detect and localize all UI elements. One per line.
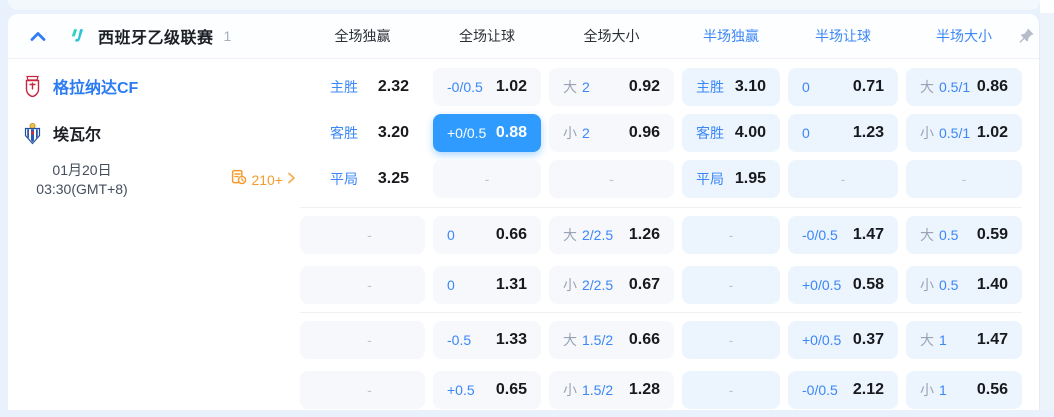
away-team-crest-icon [22,122,43,145]
match-time: 03:30(GMT+8) [36,181,128,197]
odds-grid: 主胜 2.32 -0/0.5 1.02 大 2 0.92 主胜 3.10 0 0.71 大 0.5/1 0… [300,59,1040,417]
odds-cell-empty: - [682,216,780,254]
odds-cell-hcp[interactable]: 0 0.66 [433,216,541,254]
odds-row: 客胜 3.20 +0/0.5 0.88 小 2 0.96 客胜 4.00 0 1.23 小 0.5/1 1… [300,114,1022,152]
collapse-chevron-up-icon[interactable] [30,28,46,44]
odds-cell-hcp[interactable]: 0 1.31 [433,266,541,304]
odds-cell-ou[interactable]: 小 0.5 1.40 [906,266,1022,304]
odds-cell-hcp[interactable]: +0.5 0.65 [433,371,541,409]
pin-icon[interactable] [1017,27,1035,45]
right-scroll-strip[interactable] [1040,0,1054,410]
league-logo-icon [68,27,86,45]
odds-cell-hcp[interactable]: +0/0.5 0.58 [788,266,898,304]
odds-section-2: - -0.5 1.33 大 1.5/2 0.66- +0/0.5 0.37 大 1 1.47- +0.… [300,312,1022,417]
odds-column-headers: 全场独赢 全场让球 全场大小 半场独赢 半场让球 半场大小 [300,14,1021,58]
odds-cell-win[interactable]: 平局 1.95 [682,160,780,198]
column-header-full-1: 全场让球 [459,28,515,44]
odds-cell-ou[interactable]: 大 2/2.5 1.26 [549,216,674,254]
away-team-row[interactable]: 埃瓦尔 [22,117,101,149]
odds-cell-empty: - [433,160,541,198]
odds-row: - +0.5 0.65 小 1.5/2 1.28- -0/0.5 2.12 小 1 0.56 [300,371,1022,409]
match-info-column: 格拉纳达CF 埃瓦尔 01月20日 03:30(GMT+8) 210+ [8,59,300,417]
more-markets-count: 210+ [251,171,283,188]
match-date: 01月20日 [52,162,112,178]
home-team-crest-icon [22,75,43,98]
odds-cell-hcp[interactable]: -0/0.5 1.47 [788,216,898,254]
odds-section-0: 主胜 2.32 -0/0.5 1.02 大 2 0.92 主胜 3.10 0 0.71 大 0.5/1 0… [300,59,1022,207]
odds-cell-empty: - [788,160,898,198]
right-strip-top [1040,0,1054,13]
league-header-row: 西班牙乙级联赛 1 全场独赢 全场让球 全场大小 半场独赢 半场让球 半场大小 [8,14,1039,59]
odds-cell-hcp[interactable]: 0 0.71 [788,68,898,106]
odds-row: -0 1.31 小 2/2.5 0.67- +0/0.5 0.58 小 0.5 1.40 [300,266,1022,304]
chevron-right-icon [287,171,296,189]
odds-cell-ou[interactable]: 大 1 1.47 [906,321,1022,359]
odds-cell-ou[interactable]: 大 0.5/1 0.86 [906,68,1022,106]
more-markets-link[interactable]: 210+ [231,169,296,190]
column-header-full-0: 全场独赢 [334,28,391,44]
away-team-name: 埃瓦尔 [53,127,102,144]
odds-cell-empty: - [300,371,425,409]
odds-cell-win[interactable]: 主胜 2.32 [300,68,425,106]
odds-cell-empty: - [682,321,780,359]
league-odds-card: 西班牙乙级联赛 1 全场独赢 全场让球 全场大小 半场独赢 半场让球 半场大小 格拉纳达C… [8,14,1040,410]
odds-cell-hcp[interactable]: -0/0.5 2.12 [788,371,898,409]
odds-row: 平局 3.25- - 平局 1.95- - [300,160,1022,198]
odds-history-icon [231,169,247,190]
odds-cell-win[interactable]: 主胜 3.10 [682,68,780,106]
league-name: 西班牙乙级联赛 [98,30,214,47]
odds-cell-empty: - [682,371,780,409]
previous-card-fragment [8,0,1040,10]
home-team-row[interactable]: 格拉纳达CF [22,70,138,102]
odds-cell-ou[interactable]: 大 1.5/2 0.66 [549,321,674,359]
match-datetime: 01月20日 03:30(GMT+8) [12,161,152,199]
odds-cell-win[interactable]: 客胜 3.20 [300,114,425,152]
odds-cell-empty: - [300,266,425,304]
column-header-half-4[interactable]: 半场让球 [788,26,898,46]
odds-cell-ou[interactable]: 小 0.5/1 1.02 [906,114,1022,152]
odds-cell-empty: - [682,266,780,304]
odds-cell-hcp[interactable]: +0/0.5 0.37 [788,321,898,359]
odds-cell-win[interactable]: 平局 3.25 [300,160,425,198]
odds-row: - -0.5 1.33 大 1.5/2 0.66- +0/0.5 0.37 大 1 1.47 [300,321,1022,359]
league-match-count: 1 [223,28,232,44]
odds-row: 主胜 2.32 -0/0.5 1.02 大 2 0.92 主胜 3.10 0 0.71 大 0.5/1 0… [300,68,1022,106]
odds-cell-empty: - [300,321,425,359]
column-header-full-2: 全场大小 [583,28,640,44]
odds-cell-empty: - [300,216,425,254]
odds-cell-win[interactable]: 客胜 4.00 [682,114,780,152]
odds-body: 格拉纳达CF 埃瓦尔 01月20日 03:30(GMT+8) 210+ 主胜 2… [8,59,1039,417]
odds-cell-ou[interactable]: 小 1 0.56 [906,371,1022,409]
odds-cell-ou[interactable]: 小 2/2.5 0.67 [549,266,674,304]
odds-cell-hcp[interactable]: -0/0.5 1.02 [433,68,541,106]
odds-cell-ou[interactable]: 大 0.5 0.59 [906,216,1022,254]
odds-cell-empty: - [906,160,1022,198]
odds-row: -0 0.66 大 2/2.5 1.26- -0/0.5 1.47 大 0.5 0.59 [300,216,1022,254]
column-header-half-5[interactable]: 半场大小 [906,26,1022,46]
odds-cell-hcp[interactable]: -0.5 1.33 [433,321,541,359]
odds-cell-ou[interactable]: 小 1.5/2 1.28 [549,371,674,409]
column-header-half-3[interactable]: 半场独赢 [682,26,780,46]
odds-cell-ou[interactable]: 小 2 0.96 [549,114,674,152]
odds-cell-hcp[interactable]: 0 1.23 [788,114,898,152]
home-team-name: 格拉纳达CF [53,80,139,97]
odds-cell-empty: - [549,160,674,198]
odds-section-1: -0 0.66 大 2/2.5 1.26- -0/0.5 1.47 大 0.5 0.59-0 1.3… [300,207,1022,312]
odds-cell-hcp-selected[interactable]: +0/0.5 0.88 [433,114,541,152]
odds-cell-ou[interactable]: 大 2 0.92 [549,68,674,106]
